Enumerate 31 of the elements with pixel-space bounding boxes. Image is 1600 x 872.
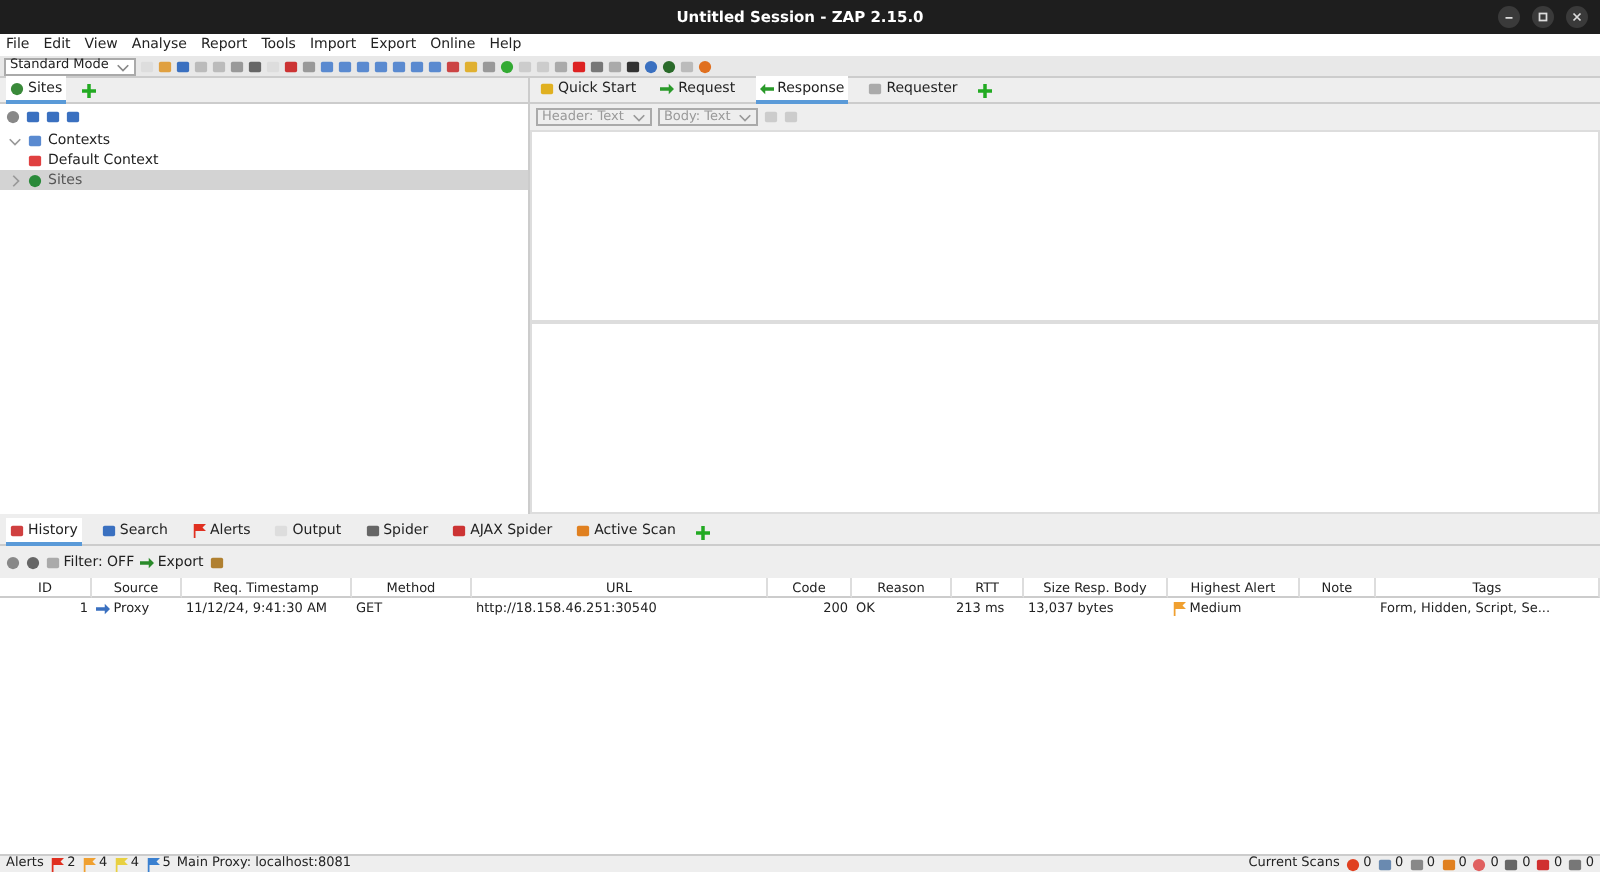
- close-button[interactable]: [1566, 6, 1588, 28]
- caret-icon: [631, 110, 646, 124]
- scan-icon: [1409, 857, 1424, 871]
- arrows-icon: [96, 601, 110, 615]
- maximize-button[interactable]: [1532, 6, 1554, 28]
- add-tab-icon[interactable]: [695, 525, 710, 539]
- arrow-icon: [660, 81, 675, 95]
- status-icon[interactable]: [6, 110, 20, 124]
- status-icon[interactable]: [662, 59, 677, 73]
- minimize-button[interactable]: [1498, 6, 1520, 28]
- caret-icon: [116, 59, 131, 73]
- caret-icon: [738, 110, 753, 124]
- add-tab-icon[interactable]: [82, 83, 97, 97]
- add-tab-icon[interactable]: [977, 83, 992, 97]
- expander-icon[interactable]: [8, 173, 22, 187]
- expander-icon[interactable]: [8, 133, 22, 147]
- scan-icon: [1504, 857, 1519, 871]
- close-icon: [1570, 10, 1584, 24]
- export-icon: [140, 555, 155, 569]
- status-icon[interactable]: [500, 59, 515, 73]
- scan-icon: [1345, 857, 1360, 871]
- flag-icon: [191, 523, 206, 537]
- globe-icon: [10, 81, 24, 95]
- scan-icon: [1568, 857, 1583, 871]
- maximize-icon: [1536, 10, 1550, 24]
- scan-icon: [1441, 857, 1456, 871]
- scan-icon: [1472, 857, 1487, 871]
- globe-icon: [28, 173, 42, 187]
- scan-icon: [1377, 857, 1392, 871]
- scan-icon: [1536, 857, 1551, 871]
- arrow-icon: [759, 81, 774, 95]
